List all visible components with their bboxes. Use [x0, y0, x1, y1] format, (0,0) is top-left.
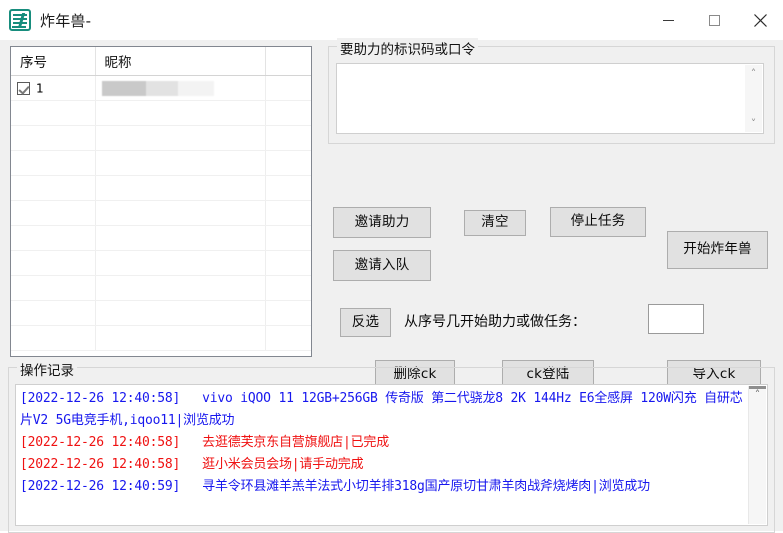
row-index-label: 1: [36, 81, 44, 95]
cell-extra[interactable]: [265, 150, 311, 176]
start-button[interactable]: 开始炸年兽: [667, 231, 768, 269]
cell-nickname[interactable]: [95, 175, 266, 201]
log-line: [2022-12-26 12:40:58] 去逛德芙京东自营旗舰店|已完成: [20, 432, 745, 454]
stop-task-button[interactable]: 停止任务: [550, 207, 646, 237]
cell-index[interactable]: [11, 150, 96, 176]
log-group-title: 操作记录: [17, 359, 77, 379]
client-area: 序号 昵称 1 要助力的标识码或口令 ˄ ˅ 邀请助力 清空 停止任务 邀请入队…: [0, 38, 783, 533]
table-body: 1: [11, 75, 311, 351]
cell-extra[interactable]: [265, 175, 311, 201]
cell-nickname[interactable]: [95, 150, 266, 176]
cell-extra[interactable]: [265, 125, 311, 151]
account-table-inner: 序号 昵称 1: [11, 47, 311, 351]
row-checkbox[interactable]: [17, 81, 30, 95]
minimize-button[interactable]: [645, 0, 691, 40]
cell-index[interactable]: [11, 275, 96, 301]
cell-index[interactable]: [11, 325, 96, 351]
cell-extra[interactable]: [265, 275, 311, 301]
log-group-box: 操作记录 [2022-12-26 12:40:58] vivo iQOO 11 1…: [8, 359, 775, 533]
table-row[interactable]: [11, 175, 311, 201]
cell-nickname[interactable]: [95, 275, 266, 301]
column-header-index[interactable]: 序号: [11, 47, 96, 76]
cell-nickname[interactable]: [95, 200, 266, 226]
redacted-nickname: [101, 80, 214, 96]
code-group-box: 要助力的标识码或口令 ˄ ˅: [328, 38, 775, 144]
table-header-row: 序号 昵称: [11, 47, 311, 76]
cell-extra[interactable]: [265, 100, 311, 126]
start-index-input[interactable]: [648, 304, 704, 334]
column-header-extra[interactable]: [265, 47, 311, 76]
log-timestamp: [2022-12-26 12:40:58]: [20, 435, 181, 450]
cell-nickname[interactable]: [95, 100, 266, 126]
cell-index[interactable]: [11, 100, 96, 126]
invite-help-button[interactable]: 邀请助力: [333, 207, 431, 238]
table-row[interactable]: [11, 300, 311, 326]
table-row[interactable]: [11, 150, 311, 176]
cell-extra[interactable]: [265, 225, 311, 251]
cell-nickname[interactable]: [95, 225, 266, 251]
table-row[interactable]: [11, 125, 311, 151]
code-scrollbar[interactable]: ˄ ˅: [745, 65, 762, 132]
window-controls: [645, 0, 783, 40]
scroll-down-icon[interactable]: ˅: [751, 115, 757, 132]
cell-index[interactable]: [11, 225, 96, 251]
clear-button[interactable]: 清空: [464, 210, 526, 236]
table-row[interactable]: [11, 100, 311, 126]
invert-select-button[interactable]: 反选: [340, 308, 391, 337]
log-output[interactable]: [2022-12-26 12:40:58] vivo iQOO 11 12GB+2…: [15, 384, 768, 526]
log-message: 去逛德芙京东自营旗舰店|已完成: [202, 435, 389, 450]
cell-extra[interactable]: [265, 200, 311, 226]
log-lines: [2022-12-26 12:40:58] vivo iQOO 11 12GB+2…: [20, 388, 745, 498]
log-timestamp: [2022-12-26 12:40:58]: [20, 391, 181, 406]
table-row[interactable]: [11, 200, 311, 226]
cell-index[interactable]: [11, 200, 96, 226]
title-bar: 炸年兽-: [0, 0, 783, 40]
log-line: [2022-12-26 12:40:59] 寻羊令环县滩羊羔羊法式小切羊排318g…: [20, 476, 745, 498]
start-index-label: 从序号几开始助力或做任务：: [404, 314, 586, 330]
cell-extra[interactable]: [265, 300, 311, 326]
cell-index[interactable]: [11, 250, 96, 276]
account-table[interactable]: 序号 昵称 1: [10, 46, 312, 357]
cell-index[interactable]: [11, 300, 96, 326]
log-message: 寻羊令环县滩羊羔羊法式小切羊排318g国产原切甘肃羊肉战斧烧烤肉|浏览成功: [202, 479, 650, 494]
log-scrollbar[interactable]: ˄: [748, 386, 766, 524]
cell-nickname[interactable]: [95, 75, 266, 101]
column-header-nickname[interactable]: 昵称: [95, 47, 266, 76]
log-timestamp: [2022-12-26 12:40:58]: [20, 457, 181, 472]
code-group-title: 要助力的标识码或口令: [337, 38, 478, 58]
maximize-button[interactable]: [691, 0, 737, 40]
table-row[interactable]: [11, 325, 311, 351]
table-row[interactable]: 1: [11, 75, 311, 101]
table-row[interactable]: [11, 250, 311, 276]
app-icon: [9, 9, 31, 31]
close-button[interactable]: [737, 0, 783, 40]
window-title: 炸年兽-: [40, 11, 92, 30]
log-line: [2022-12-26 12:40:58] 逛小米会员会场|请手动完成: [20, 454, 745, 476]
scroll-up-icon[interactable]: ˄: [751, 65, 757, 82]
table-row[interactable]: [11, 225, 311, 251]
invite-team-button[interactable]: 邀请入队: [333, 250, 431, 281]
cell-index[interactable]: [11, 125, 96, 151]
cell-nickname[interactable]: [95, 125, 266, 151]
log-message: 逛小米会员会场|请手动完成: [202, 457, 364, 472]
log-line: [2022-12-26 12:40:58] vivo iQOO 11 12GB+2…: [20, 388, 745, 432]
cell-nickname[interactable]: [95, 250, 266, 276]
cell-extra[interactable]: [265, 250, 311, 276]
cell-extra[interactable]: [265, 325, 311, 351]
table-row[interactable]: [11, 275, 311, 301]
cell-extra[interactable]: [265, 75, 311, 101]
cell-nickname[interactable]: [95, 300, 266, 326]
cell-index[interactable]: 1: [11, 75, 96, 101]
code-input[interactable]: ˄ ˅: [336, 63, 764, 134]
cell-index[interactable]: [11, 175, 96, 201]
cell-nickname[interactable]: [95, 325, 266, 351]
log-timestamp: [2022-12-26 12:40:59]: [20, 479, 181, 494]
log-scrollbar-track-top: [749, 386, 766, 389]
